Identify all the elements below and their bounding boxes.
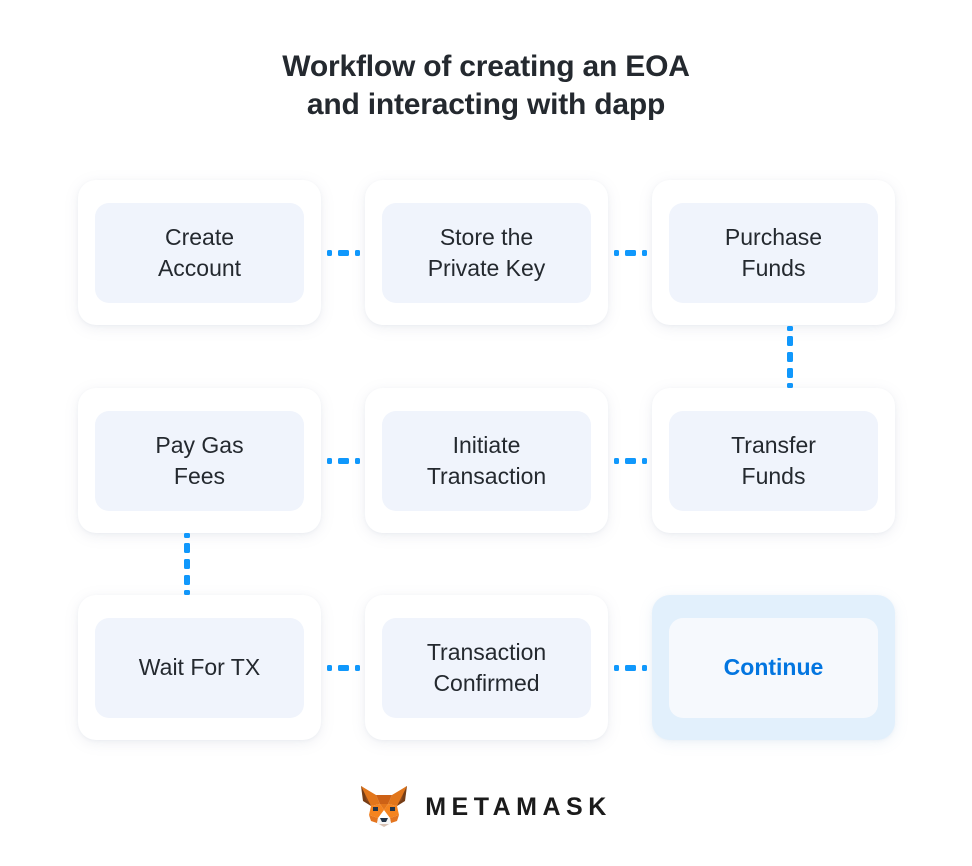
- step-label: Pay Gas Fees: [155, 431, 244, 489]
- dash: [326, 249, 332, 256]
- dash: [613, 457, 619, 464]
- step-card-purchase-funds[interactable]: Purchase Funds: [652, 180, 895, 325]
- dash: [184, 558, 190, 570]
- dash: [337, 457, 349, 464]
- dash: [787, 326, 793, 331]
- step-card-continue[interactable]: Continue: [652, 595, 895, 740]
- step-label: Transaction Confirmed: [426, 638, 547, 696]
- dotted-line: [608, 457, 652, 464]
- step-card-pay-gas-fees[interactable]: Pay Gas Fees: [78, 388, 321, 533]
- dash: [184, 533, 190, 538]
- page-title-line-1: Workflow of creating an EOA: [282, 50, 690, 83]
- step-label: Create Account: [157, 223, 242, 281]
- dash: [624, 664, 636, 671]
- connector-horizontal: [321, 595, 365, 740]
- dash: [184, 574, 190, 585]
- connector-vertical-left: [184, 533, 190, 595]
- dash: [354, 249, 360, 256]
- workflow-row-1: Create Account Store the Private Key Pur…: [78, 180, 896, 325]
- dotted-line: [608, 249, 652, 256]
- step-label: Wait For TX: [138, 654, 261, 680]
- step-card-wait-for-tx[interactable]: Wait For TX: [78, 595, 321, 740]
- dash: [337, 664, 349, 671]
- step-card-inner: Continue: [669, 617, 878, 718]
- dash: [641, 249, 647, 256]
- dash: [326, 457, 332, 464]
- dash: [624, 457, 636, 464]
- connector-horizontal: [321, 180, 365, 325]
- dotted-line: [321, 249, 365, 256]
- step-card-inner: Store the Private Key: [382, 202, 591, 303]
- dotted-line: [608, 664, 652, 671]
- step-label: Transfer Funds: [731, 431, 816, 489]
- step-card-store-the-private-key[interactable]: Store the Private Key: [365, 180, 608, 325]
- step-card-inner: Purchase Funds: [669, 202, 878, 303]
- diagram-page: Workflow of creating an EOA and interact…: [0, 0, 972, 866]
- page-title: Workflow of creating an EOA and interact…: [0, 48, 972, 124]
- step-card-inner: Transfer Funds: [669, 410, 878, 511]
- connector-horizontal: [608, 388, 652, 533]
- dash: [613, 249, 619, 256]
- step-card-inner: Transaction Confirmed: [382, 617, 591, 718]
- step-label: Initiate Transaction: [426, 431, 547, 489]
- metamask-wordmark: METAMASK: [425, 793, 612, 821]
- connector-horizontal: [608, 595, 652, 740]
- workflow-row-2: Pay Gas Fees Initiate Transaction Transf…: [78, 388, 896, 533]
- step-card-transaction-confirmed[interactable]: Transaction Confirmed: [365, 595, 608, 740]
- dash: [624, 249, 636, 256]
- dash: [337, 249, 349, 256]
- dash: [354, 664, 360, 671]
- dotted-line: [321, 457, 365, 464]
- dash: [641, 664, 647, 671]
- connector-vertical-right: [787, 326, 793, 388]
- dash: [787, 336, 793, 347]
- metamask-fox-icon: [360, 784, 408, 829]
- step-label: Purchase Funds: [724, 223, 823, 281]
- step-label: Store the Private Key: [427, 223, 546, 281]
- step-card-inner: Initiate Transaction: [382, 410, 591, 511]
- step-card-inner: Wait For TX: [95, 617, 304, 718]
- step-card-initiate-transaction[interactable]: Initiate Transaction: [365, 388, 608, 533]
- dash: [613, 664, 619, 671]
- connector-horizontal: [608, 180, 652, 325]
- step-card-inner: Pay Gas Fees: [95, 410, 304, 511]
- dash: [787, 367, 793, 378]
- dash: [184, 543, 190, 554]
- page-title-line-2: and interacting with dapp: [306, 88, 666, 121]
- dash: [641, 457, 647, 464]
- workflow-diagram: Create Account Store the Private Key Pur…: [78, 180, 896, 740]
- workflow-row-3: Wait For TX Transaction Confirmed Contin…: [78, 595, 896, 740]
- dash: [354, 457, 360, 464]
- connector-horizontal: [321, 388, 365, 533]
- dash: [787, 351, 793, 363]
- step-card-transfer-funds[interactable]: Transfer Funds: [652, 388, 895, 533]
- dotted-line: [321, 664, 365, 671]
- step-label: Continue: [723, 654, 824, 680]
- dash: [326, 664, 332, 671]
- step-card-inner: Create Account: [95, 202, 304, 303]
- metamask-brand: METAMASK: [0, 784, 972, 829]
- step-card-create-account[interactable]: Create Account: [78, 180, 321, 325]
